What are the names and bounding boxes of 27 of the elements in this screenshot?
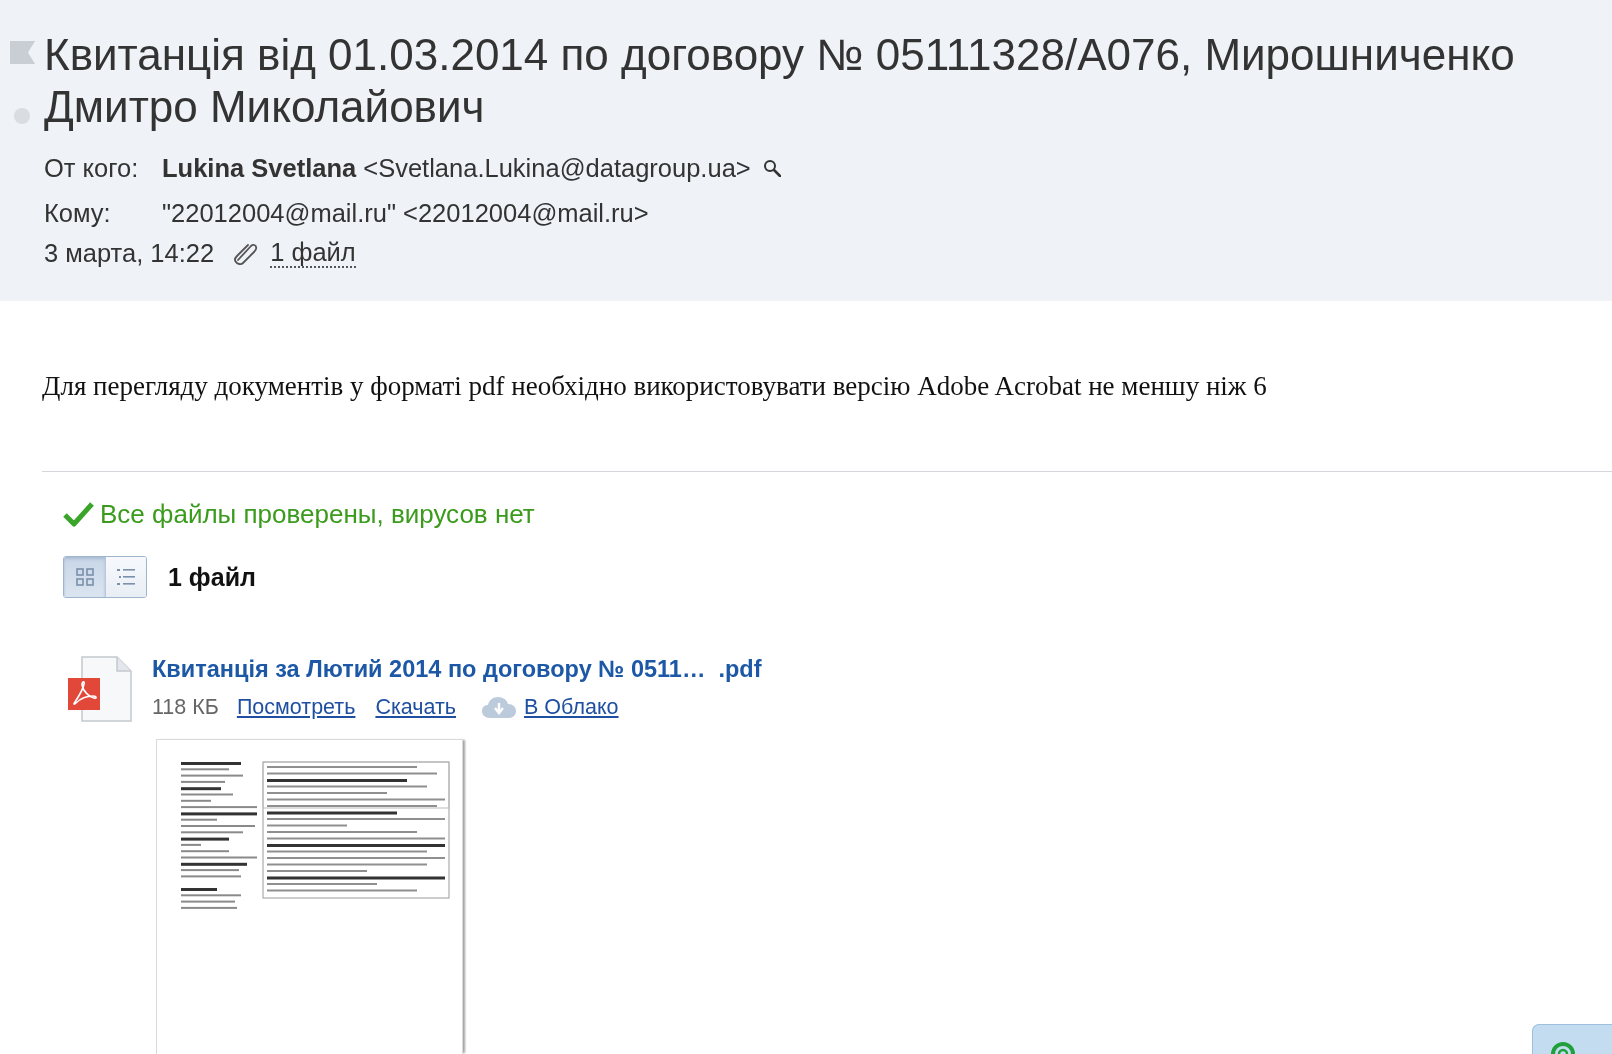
- view-link[interactable]: Посмотреть: [236, 692, 356, 722]
- to-label: Кому:: [44, 198, 112, 229]
- list-view-button[interactable]: [105, 557, 146, 597]
- download-link[interactable]: Скачать: [375, 692, 457, 722]
- file-count: 1 файл: [168, 562, 256, 592]
- grid-icon: [74, 567, 95, 587]
- flag-icon[interactable]: [9, 41, 35, 64]
- list-icon: [116, 567, 136, 587]
- message-date: 3 марта, 14:22: [44, 238, 215, 269]
- virus-check-status: Все файлы проверены, вирусов нет: [100, 499, 535, 529]
- file-size: 118 КБ: [152, 694, 219, 721]
- search-icon[interactable]: [762, 159, 781, 177]
- from-label: От кого:: [44, 153, 140, 184]
- cloud-download-icon[interactable]: [482, 695, 517, 719]
- document-preview[interactable]: [156, 739, 463, 1054]
- attachments-link[interactable]: 1 файл: [270, 238, 356, 268]
- message-subject: Квитанція від 01.03.2014 по договору № 05111328/A076, Мирошниченко Дмитро Миколайович: [44, 29, 1516, 133]
- ring-icon: [1550, 1040, 1576, 1054]
- message-body-text: Для перегляду документів у форматі pdf необхідно використовувати версію Adobe Acrobat не меншу ніж 6: [42, 371, 1268, 401]
- sender-name: Lukina Svetlana: [162, 153, 357, 184]
- sender-address: <Svetlana.Lukina@datagroup.ua>: [363, 153, 751, 184]
- pdf-file-icon: [67, 656, 133, 722]
- floating-widget-tab[interactable]: [1532, 1024, 1612, 1054]
- grid-view-button[interactable]: [64, 557, 105, 597]
- cloud-save-link[interactable]: В Облако: [524, 692, 619, 722]
- recipient-address: "22012004@mail.ru" <22012004@mail.ru>: [162, 198, 649, 229]
- file-name-link[interactable]: Квитанція за Лютий 2014 по договору № 0511… .pdf: [152, 654, 762, 684]
